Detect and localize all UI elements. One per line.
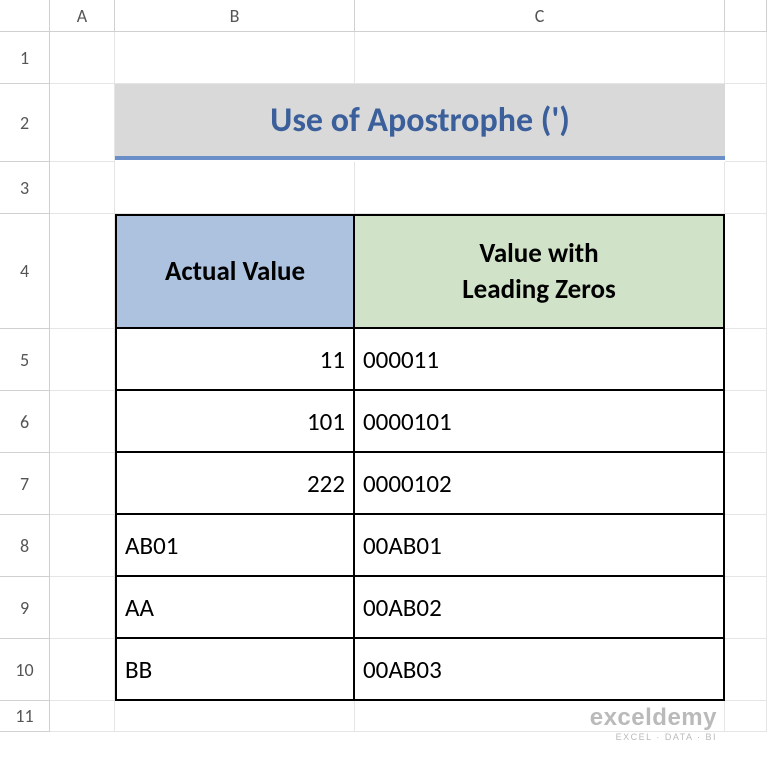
cell-a7[interactable] bbox=[50, 453, 115, 515]
title-merged-cell[interactable]: Use of Apostrophe (') bbox=[115, 84, 725, 160]
col-header-a[interactable]: A bbox=[50, 0, 115, 32]
header-actual-value[interactable]: Actual Value bbox=[115, 214, 355, 329]
cell-c6[interactable]: 0000101 bbox=[355, 391, 725, 453]
cell-c5[interactable]: 000011 bbox=[355, 329, 725, 391]
cell-c1[interactable] bbox=[355, 32, 725, 84]
cell-b5[interactable]: 11 bbox=[115, 329, 355, 391]
cell-a2[interactable] bbox=[50, 84, 115, 162]
cell-d11[interactable] bbox=[725, 701, 767, 732]
cell-a10[interactable] bbox=[50, 639, 115, 701]
cell-b8[interactable]: AB01 bbox=[115, 515, 355, 577]
cell-a8[interactable] bbox=[50, 515, 115, 577]
cell-c7[interactable]: 0000102 bbox=[355, 453, 725, 515]
cell-c3[interactable] bbox=[355, 162, 725, 214]
col-header-empty bbox=[725, 0, 767, 32]
cell-a5[interactable] bbox=[50, 329, 115, 391]
cell-b9[interactable]: AA bbox=[115, 577, 355, 639]
cell-b6[interactable]: 101 bbox=[115, 391, 355, 453]
cell-c8[interactable]: 00AB01 bbox=[355, 515, 725, 577]
cell-a3[interactable] bbox=[50, 162, 115, 214]
row-header-1[interactable]: 1 bbox=[0, 32, 50, 84]
watermark-title: exceldemy bbox=[590, 704, 717, 732]
cell-b1[interactable] bbox=[115, 32, 355, 84]
cell-d5[interactable] bbox=[725, 329, 767, 391]
row-header-2[interactable]: 2 bbox=[0, 84, 50, 162]
row-header-7[interactable]: 7 bbox=[0, 453, 50, 515]
cell-a1[interactable] bbox=[50, 32, 115, 84]
cell-b10[interactable]: BB bbox=[115, 639, 355, 701]
row-header-9[interactable]: 9 bbox=[0, 577, 50, 639]
cell-b7[interactable]: 222 bbox=[115, 453, 355, 515]
header-leading-zeros[interactable]: Value withLeading Zeros bbox=[355, 214, 725, 329]
cell-d3[interactable] bbox=[725, 162, 767, 214]
cell-b3[interactable] bbox=[115, 162, 355, 214]
row-header-6[interactable]: 6 bbox=[0, 391, 50, 453]
row-header-5[interactable]: 5 bbox=[0, 329, 50, 391]
cell-a4[interactable] bbox=[50, 214, 115, 329]
cell-d10[interactable] bbox=[725, 639, 767, 701]
row-header-4[interactable]: 4 bbox=[0, 214, 50, 329]
spreadsheet-grid: A B C 1 2 Use of Apostrophe (') 3 4 Actu… bbox=[0, 0, 767, 732]
watermark-sub: EXCEL · DATA · BI bbox=[590, 732, 717, 742]
cell-d2[interactable] bbox=[725, 84, 767, 162]
cell-d4[interactable] bbox=[725, 214, 767, 329]
cell-b11[interactable] bbox=[115, 701, 355, 732]
row-header-10[interactable]: 10 bbox=[0, 639, 50, 701]
cell-d1[interactable] bbox=[725, 32, 767, 84]
cell-c9[interactable]: 00AB02 bbox=[355, 577, 725, 639]
cell-d9[interactable] bbox=[725, 577, 767, 639]
watermark: exceldemy EXCEL · DATA · BI bbox=[590, 704, 717, 742]
row-header-8[interactable]: 8 bbox=[0, 515, 50, 577]
col-header-c[interactable]: C bbox=[355, 0, 725, 32]
row-header-3[interactable]: 3 bbox=[0, 162, 50, 214]
header-c-text: Value withLeading Zeros bbox=[462, 236, 616, 306]
row-header-11[interactable]: 11 bbox=[0, 701, 50, 732]
cell-c10[interactable]: 00AB03 bbox=[355, 639, 725, 701]
cell-a11[interactable] bbox=[50, 701, 115, 732]
cell-a6[interactable] bbox=[50, 391, 115, 453]
col-header-b[interactable]: B bbox=[115, 0, 355, 32]
cell-d6[interactable] bbox=[725, 391, 767, 453]
corner-cell bbox=[0, 0, 50, 32]
cell-d8[interactable] bbox=[725, 515, 767, 577]
cell-d7[interactable] bbox=[725, 453, 767, 515]
cell-a9[interactable] bbox=[50, 577, 115, 639]
